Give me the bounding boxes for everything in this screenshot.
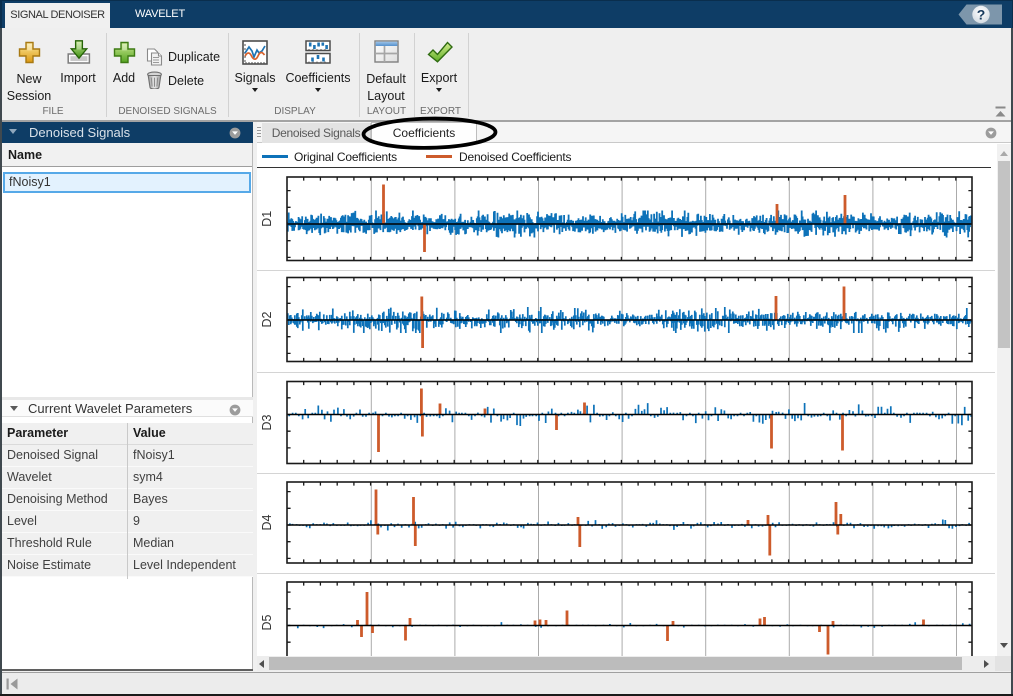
svg-text:D3: D3: [260, 414, 274, 430]
svg-text:D1: D1: [260, 211, 274, 227]
svg-text:D5: D5: [260, 614, 274, 630]
svg-text:?: ?: [977, 6, 986, 22]
svg-text:D2: D2: [260, 311, 274, 327]
svg-text:D4: D4: [260, 514, 274, 530]
